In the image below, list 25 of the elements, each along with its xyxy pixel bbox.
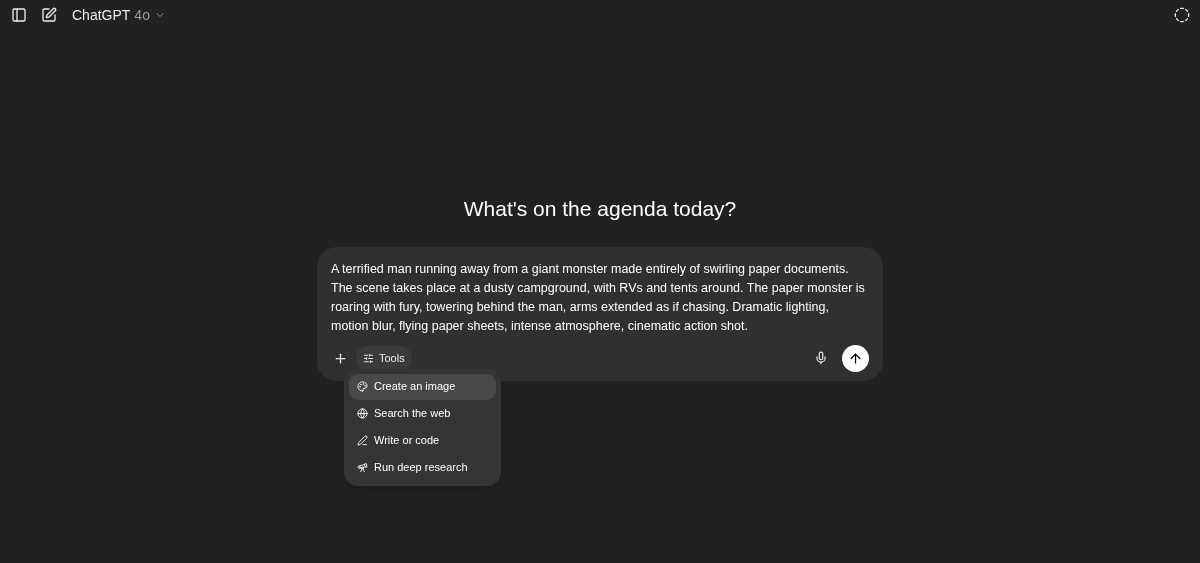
- tools-button[interactable]: Tools: [356, 346, 412, 370]
- microphone-icon: [814, 351, 828, 365]
- model-name: ChatGPT: [72, 5, 131, 25]
- model-version: 4o: [134, 5, 150, 25]
- sliders-icon: [363, 352, 374, 364]
- sidebar-toggle-button[interactable]: [10, 6, 28, 24]
- prompt-field[interactable]: A terrified man running away from a giant monster made entirely of swirling paper documents. The scene takes place at a dusty campground, with RVs and tents around. The paper monster is roaring with fury, towering behind the man, arms extended as if chasing. Dramatic lighting, motion blur, flying paper sheets, intense atmosphere, cinematic action shot.: [331, 259, 869, 336]
- plus-icon: [333, 350, 348, 366]
- send-button[interactable]: [842, 344, 869, 372]
- telescope-icon: [357, 462, 368, 473]
- temporary-chat-button[interactable]: [1174, 7, 1190, 23]
- model-selector[interactable]: ChatGPT 4o: [72, 4, 166, 26]
- new-chat-button[interactable]: [40, 6, 58, 24]
- globe-icon: [357, 408, 368, 419]
- new-chat-icon: [41, 7, 57, 23]
- page-heading: What's on the agenda today?: [463, 196, 737, 222]
- microphone-button[interactable]: [814, 351, 828, 365]
- sidebar-icon: [11, 7, 27, 23]
- menu-item[interactable]: Search the web: [349, 400, 496, 427]
- menu-item[interactable]: Write or code: [349, 427, 496, 454]
- dashed-circle-icon: [1174, 7, 1190, 23]
- menu-item[interactable]: Create an image: [349, 373, 496, 400]
- pen-icon: [357, 435, 368, 446]
- palette-icon: [357, 381, 368, 392]
- menu-item[interactable]: Run deep research: [349, 454, 496, 481]
